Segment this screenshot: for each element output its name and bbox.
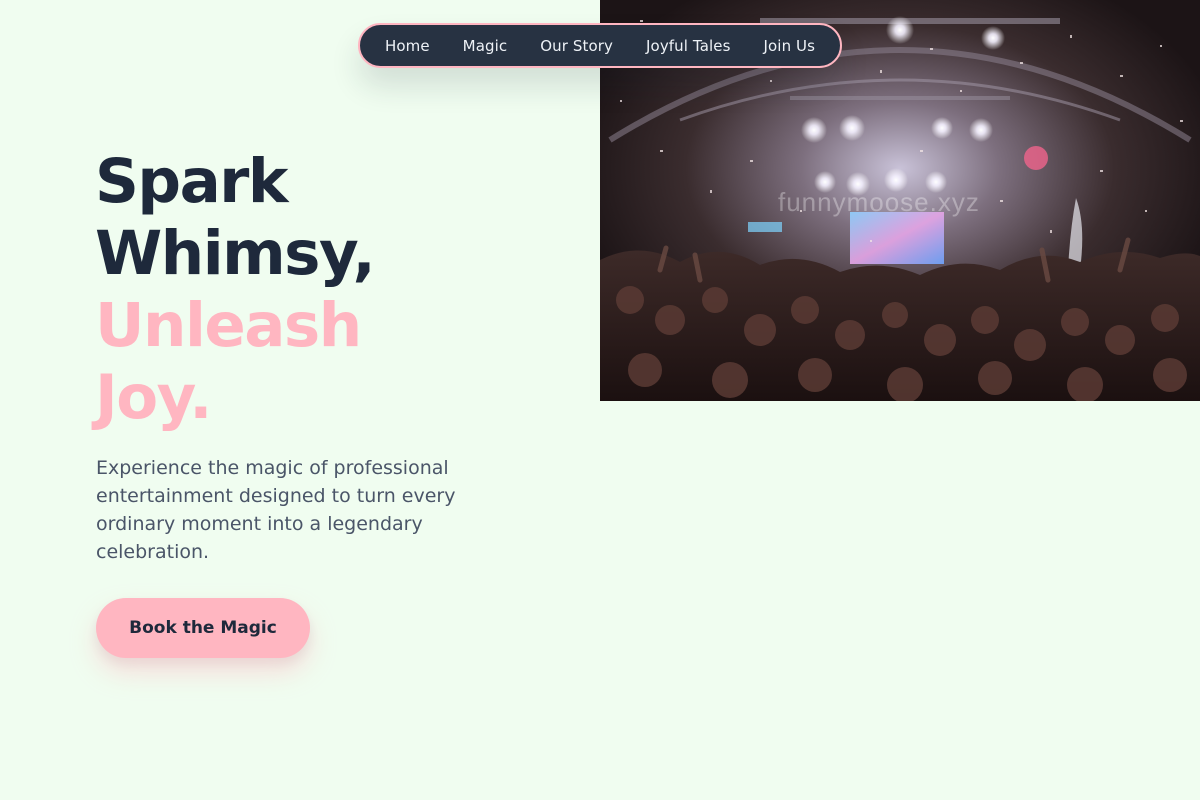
- hero-description: Experience the magic of professional ent…: [96, 457, 456, 563]
- headline-line-1: Spark: [95, 146, 288, 217]
- hero-headline: Spark Whimsy, Unleash Joy.: [95, 146, 555, 434]
- nav-link-join-us[interactable]: Join Us: [764, 37, 816, 55]
- nav-link-joyful-tales[interactable]: Joyful Tales: [646, 37, 730, 55]
- main-nav: Home Magic Our Story Joyful Tales Join U…: [358, 23, 842, 68]
- image-watermark: funnymoose.xyz: [778, 187, 980, 217]
- nav-link-home[interactable]: Home: [385, 37, 430, 55]
- book-the-magic-button[interactable]: Book the Magic: [96, 598, 310, 658]
- nav-link-our-story[interactable]: Our Story: [540, 37, 613, 55]
- nav-link-magic[interactable]: Magic: [463, 37, 508, 55]
- headline-line-4: Joy.: [95, 362, 212, 433]
- headline-line-2: Whimsy,: [95, 218, 376, 289]
- headline-line-3: Unleash: [95, 290, 362, 361]
